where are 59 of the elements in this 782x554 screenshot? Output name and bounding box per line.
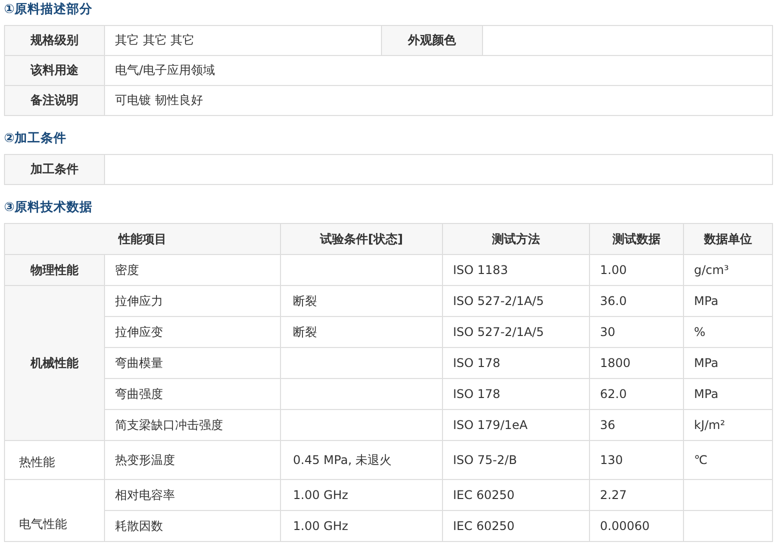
unit-cell: % [684, 316, 772, 348]
field-label: 外观颜色 [382, 26, 482, 56]
unit-cell: kJ/m² [684, 410, 772, 440]
section-title: ③原料技术数据 [4, 198, 93, 215]
field-label: 该料用途 [4, 56, 104, 86]
field-value: 可电镀 韧性良好 [104, 86, 772, 116]
column-header: 试验条件[状态] [280, 224, 442, 254]
property-cell: 拉伸应变 [104, 316, 280, 348]
property-cell: 弯曲模量 [104, 348, 280, 378]
property-cell: 简支梁缺口冲击强度 [104, 410, 280, 440]
method-cell: ISO 1183 [442, 254, 590, 286]
condition-cell: 1.00 GHz [280, 480, 442, 510]
method-cell: IEC 60250 [442, 510, 590, 542]
column-header: 测试方法 [442, 224, 590, 254]
field-value: 电气/电子应用领域 [104, 56, 772, 86]
group-label: 物理性能 [4, 254, 104, 286]
method-cell: ISO 178 [442, 378, 590, 410]
method-cell: ISO 527-2/1A/5 [442, 286, 590, 316]
condition-cell: 断裂 [280, 316, 442, 348]
condition-cell: 断裂 [280, 286, 442, 316]
unit-cell: MPa [684, 348, 772, 378]
value-cell: 30 [590, 316, 684, 348]
method-cell: IEC 60250 [442, 480, 590, 510]
group-label: 电气性能 [4, 480, 104, 542]
value-cell: 62.0 [590, 378, 684, 410]
value-cell: 2.27 [590, 480, 684, 510]
column-header: 性能项目 [4, 224, 280, 254]
unit-cell: MPa [684, 378, 772, 410]
property-cell: 热变形温度 [104, 440, 280, 480]
value-cell: 130 [590, 440, 684, 480]
method-cell: ISO 178 [442, 348, 590, 378]
unit-cell: g/cm³ [684, 254, 772, 286]
column-header: 数据单位 [684, 224, 772, 254]
field-value: 其它 其它 其它 [104, 26, 382, 56]
value-cell: 36.0 [590, 286, 684, 316]
property-cell: 弯曲强度 [104, 378, 280, 410]
section-title: ①原料描述部分 [4, 0, 93, 17]
unit-cell: MPa [684, 286, 772, 316]
value-cell: 36 [590, 410, 684, 440]
field-label: 备注说明 [4, 86, 104, 116]
condition-cell: 0.45 MPa, 未退火 [280, 440, 442, 480]
condition-cell: 1.00 GHz [280, 510, 442, 542]
field-label: 加工条件 [4, 154, 104, 184]
method-cell: ISO 75-2/B [442, 440, 590, 480]
section-title: ②加工条件 [4, 129, 67, 146]
column-header: 测试数据 [590, 224, 684, 254]
field-label: 规格级别 [4, 26, 104, 56]
value-cell: 1.00 [590, 254, 684, 286]
value-cell: 0.00060 [590, 510, 684, 542]
method-cell: ISO 179/1eA [442, 410, 590, 440]
property-cell: 密度 [104, 254, 280, 286]
unit-cell: ℃ [684, 440, 772, 480]
value-cell: 1800 [590, 348, 684, 378]
property-cell: 相对电容率 [104, 480, 280, 510]
property-cell: 耗散因数 [104, 510, 280, 542]
method-cell: ISO 527-2/1A/5 [442, 316, 590, 348]
group-label: 热性能 [4, 440, 104, 480]
group-label: 机械性能 [4, 286, 104, 440]
property-cell: 拉伸应力 [104, 286, 280, 316]
